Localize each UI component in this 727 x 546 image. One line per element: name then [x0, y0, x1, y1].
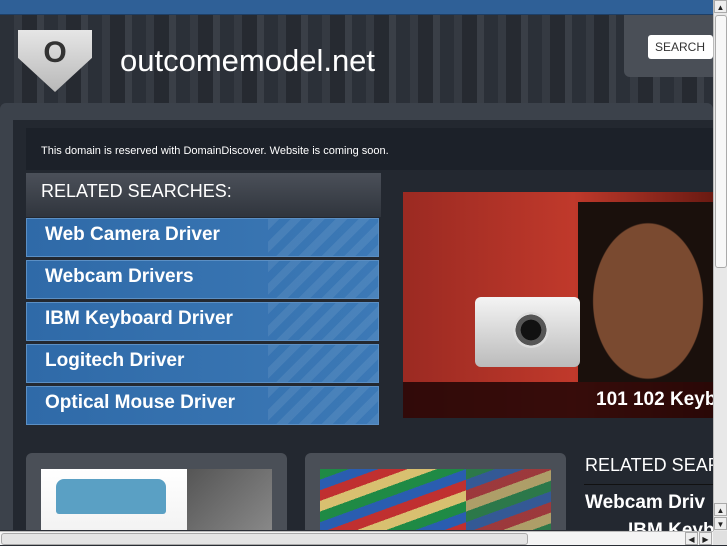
camera-photo	[475, 297, 580, 367]
scroll-right-icon[interactable]: ▶	[699, 532, 712, 545]
related-link[interactable]: Optical Mouse Driver	[26, 386, 379, 425]
scroll-corner	[713, 531, 727, 545]
header: O outcomemodel.net	[0, 15, 713, 105]
search-button[interactable]: SEARCH	[648, 35, 713, 59]
vertical-scroll-thumb[interactable]	[715, 15, 727, 268]
related-searches-heading-right: RELATED SEAR	[585, 455, 721, 475]
horizontal-scrollbar[interactable]: ◀ ▶	[0, 531, 713, 545]
hero-caption[interactable]: 101 102 Keyb	[403, 382, 713, 418]
thumbnail-card[interactable]	[26, 453, 287, 530]
scroll-up-icon[interactable]: ▲	[714, 503, 727, 516]
vertical-scrollbar[interactable]: ▲ ▲ ▼	[713, 0, 727, 531]
divider	[584, 484, 713, 485]
thumbnail-card[interactable]	[305, 453, 566, 530]
logo-icon[interactable]: O	[18, 30, 92, 92]
related-link[interactable]: Webcam Drivers	[26, 260, 379, 299]
site-title[interactable]: outcomemodel.net	[120, 43, 375, 79]
scroll-left-icon[interactable]: ◀	[685, 532, 698, 545]
scroll-up-icon[interactable]: ▲	[714, 0, 727, 13]
hero-image[interactable]: 101 102 Keyb	[403, 192, 713, 418]
paper-scissors-image-shadow	[466, 469, 551, 530]
related-link[interactable]: Logitech Driver	[26, 344, 379, 383]
domain-notice: This domain is reserved with DomainDisco…	[26, 128, 713, 170]
woman-photo	[578, 202, 713, 382]
related-searches-heading: RELATED SEARCHES:	[26, 173, 381, 217]
related-link[interactable]: Web Camera Driver	[26, 218, 379, 257]
top-bar	[0, 0, 713, 15]
toy-bus-image	[41, 469, 187, 530]
related-link[interactable]: Webcam Driv	[585, 492, 705, 514]
scroll-down-icon[interactable]: ▼	[714, 517, 727, 530]
toy-bus-image-shadow	[187, 469, 272, 530]
logo-letter: O	[43, 36, 67, 69]
paper-scissors-image	[320, 469, 466, 530]
related-link[interactable]: IBM Keyboard Driver	[26, 302, 379, 341]
horizontal-scroll-thumb[interactable]	[1, 533, 528, 545]
